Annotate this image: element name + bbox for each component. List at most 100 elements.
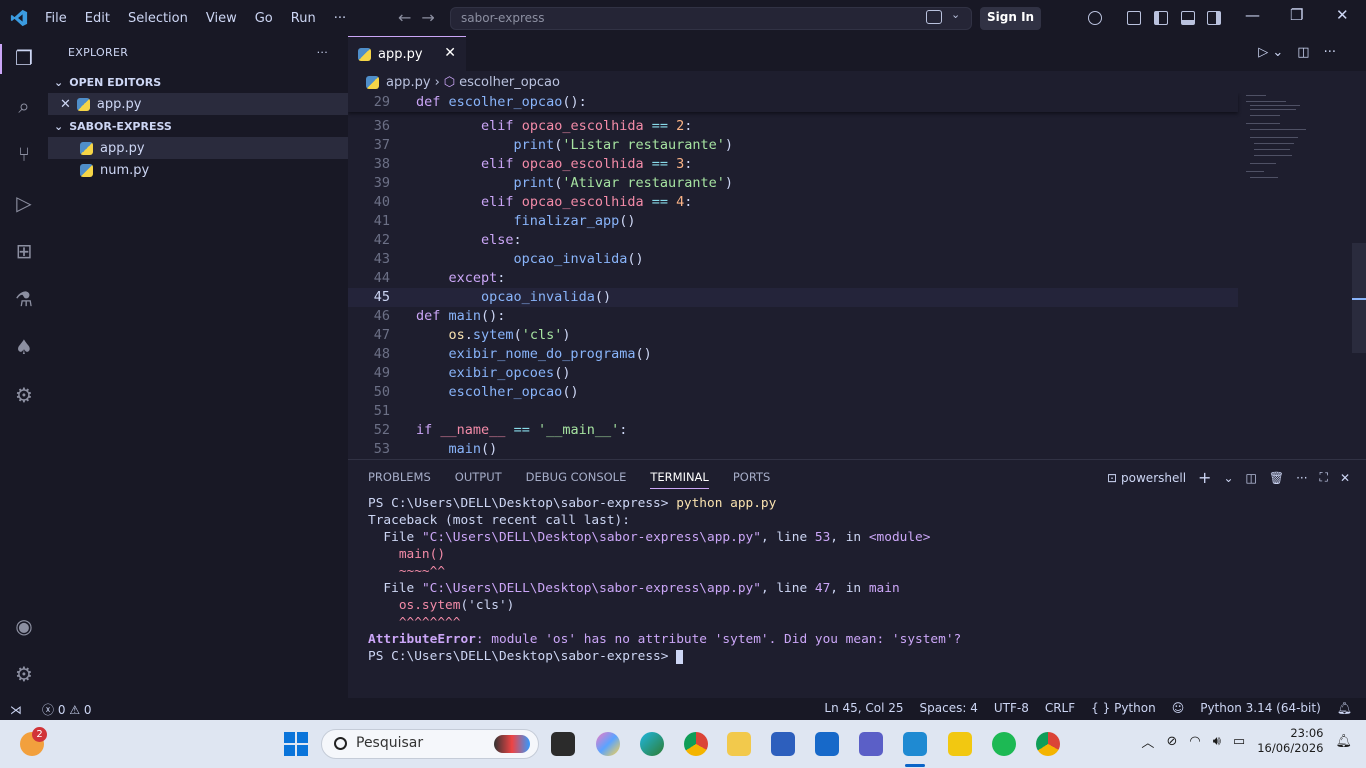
breadcrumb-symbol[interactable]: escolher_opcao — [459, 75, 560, 90]
terminal-shell-label[interactable]: powershell — [1121, 471, 1186, 485]
explorer-more-icon[interactable]: ··· — [317, 46, 328, 61]
maximize-panel-icon[interactable]: ⛶ — [1320, 470, 1328, 485]
open-editors-section[interactable]: ⌄ OPEN EDITORS — [48, 71, 348, 93]
terminal-path[interactable]: "C:\Users\DELL\Desktop\sabor-express\app… — [422, 581, 761, 596]
minimap-line — [1250, 137, 1298, 138]
sticky-scroll-header[interactable]: 29 def escolher_opcao(): — [348, 93, 1238, 112]
tab-terminal[interactable]: TERMINAL — [650, 470, 709, 489]
bell-icon[interactable]: 🔔︎ — [1337, 701, 1352, 715]
menu-go[interactable]: Go — [246, 11, 282, 26]
terminal-output[interactable]: PS C:\Users\DELL\Desktop\sabor-express> … — [368, 495, 961, 665]
tab-debug-console[interactable]: DEBUG CONSOLE — [526, 470, 627, 489]
chrome-profile-icon[interactable] — [1036, 732, 1060, 756]
volume-icon[interactable]: 🔊︎ — [1213, 734, 1221, 749]
toggle-panel-icon[interactable] — [1181, 11, 1195, 25]
file-item[interactable]: app.py — [48, 137, 348, 159]
settings-gear-icon[interactable]: ⚙ — [12, 662, 36, 686]
chevron-down-icon[interactable]: ⌄ — [1223, 471, 1233, 485]
python-interpreter[interactable]: Python 3.14 (64-bit) — [1200, 701, 1321, 715]
windows-start-icon[interactable] — [284, 732, 308, 756]
search-icon[interactable]: ⌕ — [12, 94, 36, 118]
accounts-icon[interactable] — [1088, 11, 1102, 25]
restore-icon[interactable]: ❐ — [1290, 6, 1303, 24]
network-off-icon[interactable]: ⊘ — [1166, 734, 1177, 749]
menu-file[interactable]: File — [36, 11, 76, 26]
extensions-icon[interactable]: ⊞ — [12, 239, 36, 263]
mongodb-leaf-icon[interactable]: ♠ — [12, 335, 36, 359]
more-actions-icon[interactable]: ··· — [1324, 45, 1336, 60]
problems-status[interactable]: ⓧ 0 ⚠ 0 — [42, 701, 92, 718]
split-terminal-icon[interactable]: ◫ — [1246, 471, 1257, 485]
file-item[interactable]: num.py — [48, 159, 348, 181]
teams-icon[interactable] — [859, 732, 883, 756]
menu-selection[interactable]: Selection — [119, 11, 197, 26]
forward-arrow-icon[interactable]: → — [421, 8, 434, 27]
split-editor-icon[interactable]: ◫ — [1297, 45, 1309, 60]
menu-more[interactable]: ··· — [325, 11, 355, 26]
vscode-logo-icon[interactable] — [10, 9, 28, 27]
microsoft-store-icon[interactable] — [771, 732, 795, 756]
close-icon[interactable]: ✕ — [60, 97, 71, 112]
close-icon[interactable]: ✕ — [1340, 471, 1350, 485]
minimap[interactable] — [1244, 93, 1314, 193]
code-text: else: — [416, 232, 522, 248]
menu-edit[interactable]: Edit — [76, 11, 119, 26]
more-icon[interactable]: ··· — [1296, 471, 1307, 485]
copilot-app-icon[interactable] — [596, 732, 620, 756]
account-icon[interactable]: ◉ — [12, 614, 36, 638]
trash-icon[interactable]: 🗑 — [1269, 471, 1284, 485]
taskbar-search-input[interactable]: Pesquisar — [321, 729, 539, 759]
cursor-position[interactable]: Ln 45, Col 25 — [824, 701, 903, 715]
chevron-up-icon[interactable]: ︿ — [1141, 732, 1154, 751]
toggle-secondary-sidebar-icon[interactable] — [1207, 11, 1221, 25]
command-center-search[interactable]: sabor-express — [450, 7, 972, 30]
python-icon[interactable]: ⚙ — [12, 383, 36, 407]
tab-problems[interactable]: PROBLEMS — [368, 470, 431, 489]
language-mode[interactable]: { } Python — [1091, 701, 1156, 715]
explorer-icon[interactable]: ❐ — [12, 46, 36, 70]
notification-bell-icon[interactable]: 🔔︎ — [1335, 734, 1352, 749]
toggle-sidebar-icon[interactable] — [1154, 11, 1168, 25]
sign-in-button[interactable]: Sign In — [980, 7, 1042, 30]
chevron-down-icon[interactable]: ⌄ — [951, 8, 960, 21]
run-python-icon[interactable]: ▷ ⌄ — [1258, 45, 1283, 60]
folder-section[interactable]: ⌄ SABOR-EXPRESS — [48, 115, 348, 137]
battery-icon[interactable]: ▭ — [1233, 734, 1245, 749]
copilot-status-icon[interactable]: ☺ — [1172, 701, 1185, 715]
file-explorer-icon[interactable] — [727, 732, 751, 756]
menu-view[interactable]: View — [197, 11, 246, 26]
copilot-chat-icon[interactable] — [926, 10, 942, 24]
chrome-icon[interactable] — [684, 732, 708, 756]
task-view-icon[interactable] — [551, 732, 575, 756]
line-ending[interactable]: CRLF — [1045, 701, 1075, 715]
clock[interactable]: 23:06 16/06/2026 — [1257, 726, 1323, 756]
spotify-icon[interactable] — [992, 732, 1016, 756]
outlook-icon[interactable] — [815, 732, 839, 756]
open-editor-item[interactable]: ✕ app.py — [48, 93, 348, 115]
close-icon[interactable]: ✕ — [444, 45, 456, 61]
customize-layout-icon[interactable] — [1127, 11, 1141, 25]
encoding[interactable]: UTF-8 — [994, 701, 1029, 715]
windows-taskbar: 2 Pesquisar ︿ ⊘ ◠ 🔊︎ ▭ 23:06 16/06/2026 … — [0, 720, 1366, 768]
source-control-icon[interactable]: ⑂ — [12, 142, 36, 166]
close-window-icon[interactable]: ✕ — [1336, 6, 1349, 24]
wifi-icon[interactable]: ◠ — [1189, 734, 1200, 749]
minimize-icon[interactable]: — — [1245, 6, 1260, 24]
indentation[interactable]: Spaces: 4 — [920, 701, 978, 715]
new-terminal-icon[interactable]: + — [1198, 468, 1211, 487]
remote-icon[interactable]: ⋊ — [10, 703, 22, 717]
power-bi-icon[interactable] — [948, 732, 972, 756]
tab-app-py[interactable]: app.py ✕ — [348, 36, 466, 71]
open-editors-label: OPEN EDITORS — [69, 75, 162, 89]
testing-icon[interactable]: ⚗ — [12, 287, 36, 311]
vscode-taskbar-icon[interactable] — [903, 732, 927, 756]
breadcrumb-file[interactable]: app.py — [386, 75, 431, 90]
back-arrow-icon[interactable]: ← — [398, 8, 411, 27]
run-debug-icon[interactable]: ▷ — [12, 191, 36, 215]
tab-output[interactable]: OUTPUT — [455, 470, 502, 489]
edge-browser-icon[interactable] — [640, 732, 664, 756]
tab-ports[interactable]: PORTS — [733, 470, 770, 489]
code-editor[interactable]: 36 elif opcao_escolhida == 2: 37 print('… — [348, 93, 1366, 459]
terminal-path[interactable]: "C:\Users\DELL\Desktop\sabor-express\app… — [422, 530, 761, 545]
menu-run[interactable]: Run — [282, 11, 325, 26]
